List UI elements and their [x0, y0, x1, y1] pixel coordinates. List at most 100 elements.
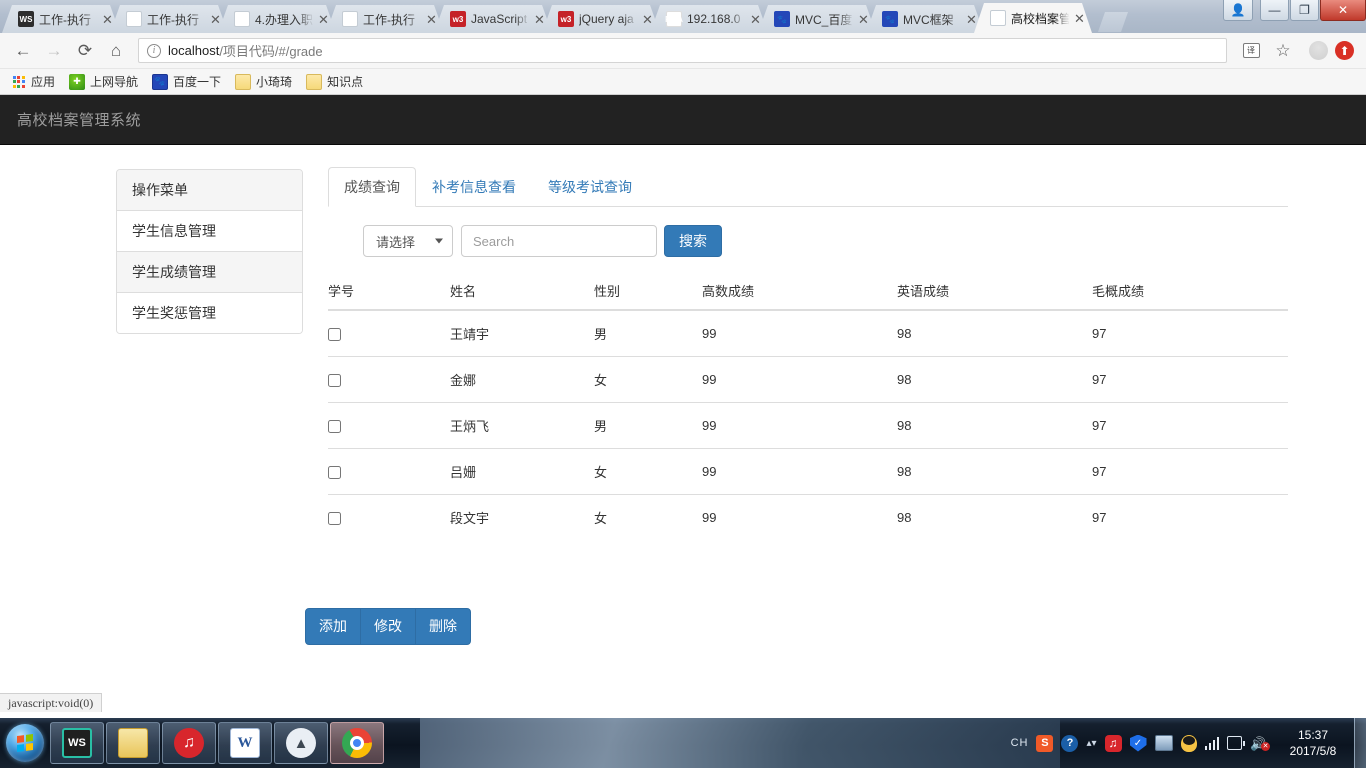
bookmarks-bar: 应用 ✚ 上网导航 🐾 百度一下 小琦琦 知识点	[0, 69, 1366, 95]
search-button[interactable]: 搜索	[664, 225, 722, 257]
clock-date: 2017/5/8	[1282, 743, 1344, 759]
qq-icon[interactable]	[1181, 733, 1197, 753]
chrome-icon	[342, 728, 372, 758]
show-desktop-button[interactable]	[1354, 718, 1366, 768]
ime-indicator[interactable]: CH	[1011, 733, 1029, 753]
select-value: 请选择	[376, 232, 415, 251]
sidebar-item-student-grade[interactable]: 学生成绩管理	[117, 252, 302, 293]
delete-button[interactable]: 删除	[415, 608, 471, 645]
cell-name: 吕姗	[450, 449, 594, 495]
search-field-select[interactable]: 请选择	[363, 225, 453, 257]
sidebar-item-student-info[interactable]: 学生信息管理	[117, 211, 302, 252]
start-button[interactable]	[2, 721, 48, 765]
tab-grade-query[interactable]: 成绩查询	[328, 167, 416, 207]
row-checkbox[interactable]	[328, 512, 341, 525]
add-button[interactable]: 添加	[305, 608, 361, 645]
bookmark-item[interactable]: 🐾 百度一下	[152, 73, 221, 90]
maximize-button[interactable]: ❐	[1290, 0, 1319, 21]
signal-bars-icon[interactable]	[1205, 733, 1220, 753]
minimize-button[interactable]: —	[1260, 0, 1289, 21]
row-checkbox[interactable]	[328, 328, 341, 341]
page-info-icon[interactable]: i	[147, 44, 161, 58]
tab-close-icon[interactable]: ✕	[100, 13, 114, 26]
browser-tab[interactable]: w3 JavaScript ✕	[434, 5, 552, 33]
browser-tab-active[interactable]: 🗋 高校档案管 ✕	[974, 3, 1092, 33]
table-row[interactable]: 王靖宇 男 99 98 97	[328, 310, 1288, 357]
forward-icon[interactable]: →	[41, 38, 67, 64]
bookmark-star-icon[interactable]: ☆	[1270, 38, 1296, 64]
chrome-menu-icon[interactable]: ⬆	[1335, 41, 1354, 60]
taskbar-item-webstorm[interactable]: WS	[50, 722, 104, 764]
tab-close-icon[interactable]: ✕	[532, 13, 546, 26]
content-tabs: 成绩查询 补考信息查看 等级考试查询	[328, 169, 1288, 207]
avatar[interactable]	[1309, 41, 1328, 60]
col-english-score: 英语成绩	[897, 273, 1092, 310]
tab-close-icon[interactable]: ✕	[208, 13, 222, 26]
bookmark-label: 百度一下	[173, 73, 221, 90]
search-input[interactable]	[461, 225, 657, 257]
tab-makeup-exam-info[interactable]: 补考信息查看	[416, 167, 532, 207]
row-checkbox[interactable]	[328, 420, 341, 433]
volume-muted-icon[interactable]: 🔊✕	[1250, 733, 1268, 753]
battery-icon[interactable]	[1227, 733, 1242, 753]
row-checkbox[interactable]	[328, 374, 341, 387]
browser-tab[interactable]: 🗋 工作-执行 ✕	[326, 5, 444, 33]
tab-close-icon[interactable]: ✕	[748, 13, 762, 26]
security-shield-icon[interactable]: ✓	[1130, 733, 1147, 753]
reload-icon[interactable]: ⟳	[72, 38, 98, 64]
music-note-icon: ♫	[174, 728, 204, 758]
table-row[interactable]: 段文宇 女 99 98 97	[328, 495, 1288, 541]
row-select-cell	[328, 495, 450, 541]
new-tab-button[interactable]	[1098, 12, 1128, 32]
sidebar-item-student-reward[interactable]: 学生奖惩管理	[117, 293, 302, 333]
show-hidden-icons-icon[interactable]: ▴▾	[1086, 733, 1096, 753]
back-icon[interactable]: ←	[10, 38, 36, 64]
browser-tab[interactable]: PMA 192.168.0 ✕	[650, 5, 768, 33]
browser-tab[interactable]: 🐾 MVC_百度 ✕	[758, 5, 876, 33]
cell-politics: 97	[1092, 403, 1288, 449]
network-monitor-icon[interactable]	[1155, 733, 1173, 753]
browser-tab[interactable]: 🗋 工作-执行 ✕	[110, 5, 228, 33]
document-icon: 🗋	[234, 11, 250, 27]
clock[interactable]: 15:37 2017/5/8	[1282, 727, 1344, 759]
browser-tab[interactable]: WS 工作-执行 ✕	[2, 5, 120, 33]
browser-tab[interactable]: w3 jQuery aja ✕	[542, 5, 660, 33]
tab-level-exam-query[interactable]: 等级考试查询	[532, 167, 648, 207]
browser-tab[interactable]: 🗋 4.办理入职 ✕	[218, 5, 336, 33]
taskbar-item-study-app[interactable]: ▲	[274, 722, 328, 764]
tab-close-icon[interactable]: ✕	[1072, 12, 1086, 25]
row-checkbox[interactable]	[328, 466, 341, 479]
netease-music-tray-icon[interactable]: ♫	[1105, 733, 1122, 753]
bookmark-item[interactable]: ✚ 上网导航	[69, 73, 138, 90]
tab-close-icon[interactable]: ✕	[424, 13, 438, 26]
table-row[interactable]: 王炳飞 男 99 98 97	[328, 403, 1288, 449]
profile-icon[interactable]: 👤	[1223, 0, 1253, 21]
bookmark-folder[interactable]: 小琦琦	[235, 73, 292, 90]
tab-title: jQuery aja	[579, 12, 640, 26]
home-icon[interactable]: ⌂	[103, 38, 129, 64]
tab-strip: WS 工作-执行 ✕ 🗋 工作-执行 ✕ 🗋 4.办理入职 ✕ 🗋 工作-执行 …	[0, 0, 1366, 33]
tab-close-icon[interactable]: ✕	[856, 13, 870, 26]
bookmark-folder[interactable]: 知识点	[306, 73, 363, 90]
taskbar-item-explorer[interactable]	[106, 722, 160, 764]
help-icon[interactable]: ?	[1061, 733, 1078, 753]
tab-title: 工作-执行	[147, 11, 208, 28]
close-button[interactable]: ✕	[1320, 0, 1366, 21]
toolbar-right-actions: 译 ☆ ⬆	[1235, 38, 1356, 64]
table-row[interactable]: 吕姗 女 99 98 97	[328, 449, 1288, 495]
browser-tab[interactable]: 🐾 MVC框架 ✕	[866, 5, 984, 33]
tab-close-icon[interactable]: ✕	[964, 13, 978, 26]
tab-close-icon[interactable]: ✕	[640, 13, 654, 26]
table-row[interactable]: 金娜 女 99 98 97	[328, 357, 1288, 403]
address-bar[interactable]: i localhost/项目代码/#/grade	[138, 38, 1227, 63]
taskbar-item-netease-music[interactable]: ♫	[162, 722, 216, 764]
taskbar-item-word[interactable]: W	[218, 722, 272, 764]
edit-button[interactable]: 修改	[360, 608, 416, 645]
app-brand-title[interactable]: 高校档案管理系统	[17, 109, 141, 130]
document-icon: 🗋	[126, 11, 142, 27]
tab-close-icon[interactable]: ✕	[316, 13, 330, 26]
taskbar-item-chrome[interactable]	[330, 722, 384, 764]
sogou-input-icon[interactable]: S	[1036, 733, 1053, 753]
bookmark-apps[interactable]: 应用	[10, 73, 55, 90]
translate-icon[interactable]: 译	[1238, 38, 1264, 64]
